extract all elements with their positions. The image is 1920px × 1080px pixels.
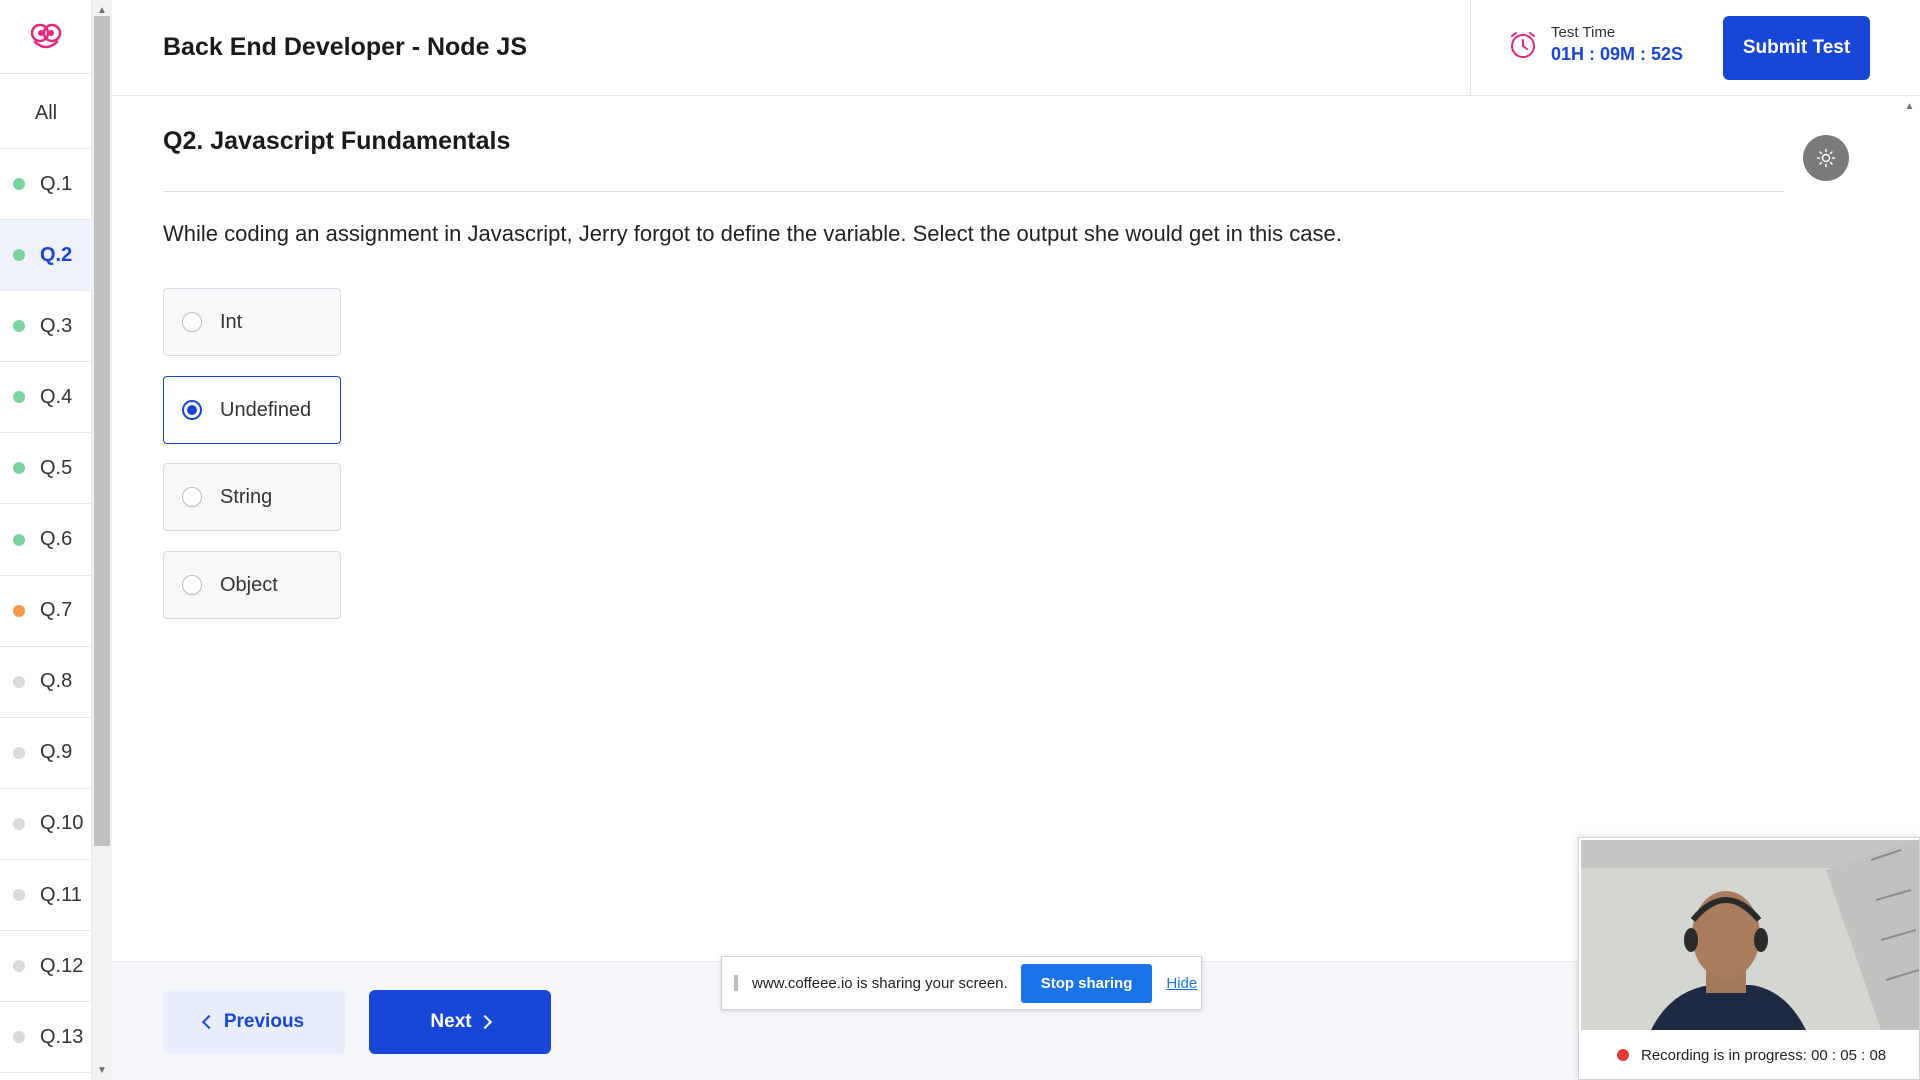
timer-label: Test Time — [1551, 24, 1616, 41]
theme-toggle-button[interactable] — [1803, 135, 1849, 181]
sidebar-item-label: Q.3 — [40, 314, 73, 337]
sidebar-item-label: Q.5 — [40, 456, 73, 479]
sidebar-item-label: Q.4 — [40, 385, 73, 408]
chevron-left-icon — [201, 1014, 216, 1030]
question-heading: Q2. Javascript Fundamentals — [163, 127, 511, 155]
answer-option-label: String — [220, 485, 273, 508]
sidebar-item-label: All — [34, 101, 58, 124]
logo-icon — [30, 23, 62, 48]
sidebar-item-label: Q.13 — [40, 1025, 84, 1048]
answer-option-label: Undefined — [220, 398, 312, 421]
clock-icon — [1511, 31, 1535, 58]
sidebar-item-label: Q.8 — [40, 670, 73, 693]
answer-option[interactable]: Undefined — [163, 376, 341, 444]
radio-button[interactable] — [182, 400, 202, 420]
app-logo[interactable] — [0, 0, 92, 74]
sidebar-item-label: Q.9 — [40, 741, 73, 764]
sidebar-item-q11[interactable]: Q.11 — [0, 860, 92, 931]
status-dot-icon — [13, 960, 25, 973]
status-dot-icon — [13, 249, 25, 262]
radio-button[interactable] — [182, 487, 202, 507]
scroll-up-icon[interactable]: ▲ — [1899, 101, 1920, 112]
header-divider — [1470, 0, 1471, 96]
question-text: While coding an assignment in Javascript… — [163, 221, 1342, 246]
stop-sharing-button[interactable]: Stop sharing — [1020, 963, 1153, 1003]
recording-dot-icon — [1617, 1049, 1629, 1061]
timer-value: 01H : 09M : 52S — [1551, 44, 1684, 64]
page-title: Back End Developer - Node JS — [163, 33, 528, 61]
sun-icon — [1816, 148, 1836, 168]
sidebar-item-label: Q.7 — [40, 599, 73, 622]
status-dot-icon — [13, 604, 25, 617]
next-button[interactable]: Next — [369, 990, 551, 1054]
sidebar-item-q3[interactable]: Q.3 — [0, 291, 92, 363]
webcam-image — [1581, 840, 1919, 1030]
status-dot-icon — [13, 1031, 25, 1044]
status-dot-icon — [13, 675, 25, 688]
main-scrollbar[interactable]: ▲ — [1899, 97, 1920, 961]
sidebar-scroll-thumb[interactable] — [94, 16, 110, 846]
sidebar-item-q1[interactable]: Q.1 — [0, 149, 92, 220]
status-dot-icon — [13, 746, 25, 759]
sidebar-item-q7[interactable]: Q.7 — [0, 576, 92, 647]
answer-option-label: Int — [220, 310, 243, 333]
test-header: Back End Developer - Node JS Test Time 0… — [112, 0, 1920, 96]
sidebar-item-q13[interactable]: Q.13 — [0, 1002, 92, 1074]
sidebar-item-q5[interactable]: Q.5 — [0, 433, 92, 505]
question-panel: Q2. Javascript Fundamentals While coding… — [112, 97, 1899, 961]
status-dot-icon — [13, 178, 25, 190]
status-dot-icon — [13, 462, 25, 475]
status-dot-icon — [13, 889, 25, 901]
sidebar-item-q9[interactable]: Q.9 — [0, 718, 92, 789]
answer-option-label: Object — [220, 573, 278, 596]
answer-option[interactable]: Int — [163, 288, 341, 356]
sidebar-item-all[interactable]: All — [0, 78, 92, 149]
answer-option[interactable]: String — [163, 463, 341, 531]
sidebar-item-q6[interactable]: Q.6 — [0, 505, 92, 576]
sidebar-item-label: Q.6 — [40, 528, 73, 550]
recording-status-text: Recording is in progress: 00 : 05 : 08 — [1641, 1046, 1887, 1064]
webcam-video — [1581, 840, 1919, 1030]
status-dot-icon — [13, 320, 25, 333]
screen-share-message: www.coffeee.io is sharing your screen. — [752, 974, 1008, 992]
sidebar-item-label: Q.1 — [40, 172, 73, 195]
test-timer: Test Time 01H : 09M : 52S — [1507, 24, 1683, 65]
sidebar-item-label: Q.2 — [40, 243, 73, 266]
hide-link[interactable]: Hide — [1166, 975, 1197, 992]
question-sidebar: All Q.1 Q.2 Q.3 Q.4 Q.5 Q.6 Q.7 Q.8 Q.9 Q.10 Q.11 Q… — [0, 0, 92, 1080]
sidebar-item-q8[interactable]: Q.8 — [0, 647, 92, 718]
radio-button[interactable] — [182, 575, 202, 595]
question-divider — [163, 191, 1784, 192]
answer-option[interactable]: Object — [163, 551, 341, 619]
scroll-down-icon[interactable]: ▼ — [92, 1062, 112, 1078]
sidebar-item-q12[interactable]: Q.12 — [0, 931, 92, 1003]
sidebar-item-q10[interactable]: Q.10 — [0, 789, 92, 860]
chevron-right-icon — [477, 1014, 492, 1030]
status-dot-icon — [13, 817, 25, 830]
drag-handle-icon[interactable] — [734, 975, 738, 991]
sidebar-item-q4[interactable]: Q.4 — [0, 362, 92, 434]
recording-status: Recording is in progress: 00 : 05 : 08 — [1579, 1030, 1919, 1080]
sidebar-scrollbar[interactable]: ▲ ▼ — [92, 0, 112, 1080]
status-dot-icon — [13, 391, 25, 404]
radio-button[interactable] — [182, 312, 202, 332]
previous-label: Previous — [223, 1011, 305, 1032]
sidebar-item-label: Q.10 — [40, 812, 84, 835]
screen-share-bar: www.coffeee.io is sharing your screen. S… — [721, 956, 1202, 1010]
submit-test-button[interactable]: Submit Test — [1723, 16, 1870, 80]
status-dot-icon — [13, 533, 25, 546]
sidebar-item-q2[interactable]: Q.2 — [0, 220, 92, 292]
webcam-preview: Recording is in progress: 00 : 05 : 08 — [1578, 837, 1920, 1080]
sidebar-item-label: Q.11 — [40, 883, 82, 906]
sidebar-item-label: Q.12 — [40, 954, 84, 977]
previous-button[interactable]: Previous — [163, 990, 345, 1054]
next-label: Next — [430, 1011, 472, 1032]
